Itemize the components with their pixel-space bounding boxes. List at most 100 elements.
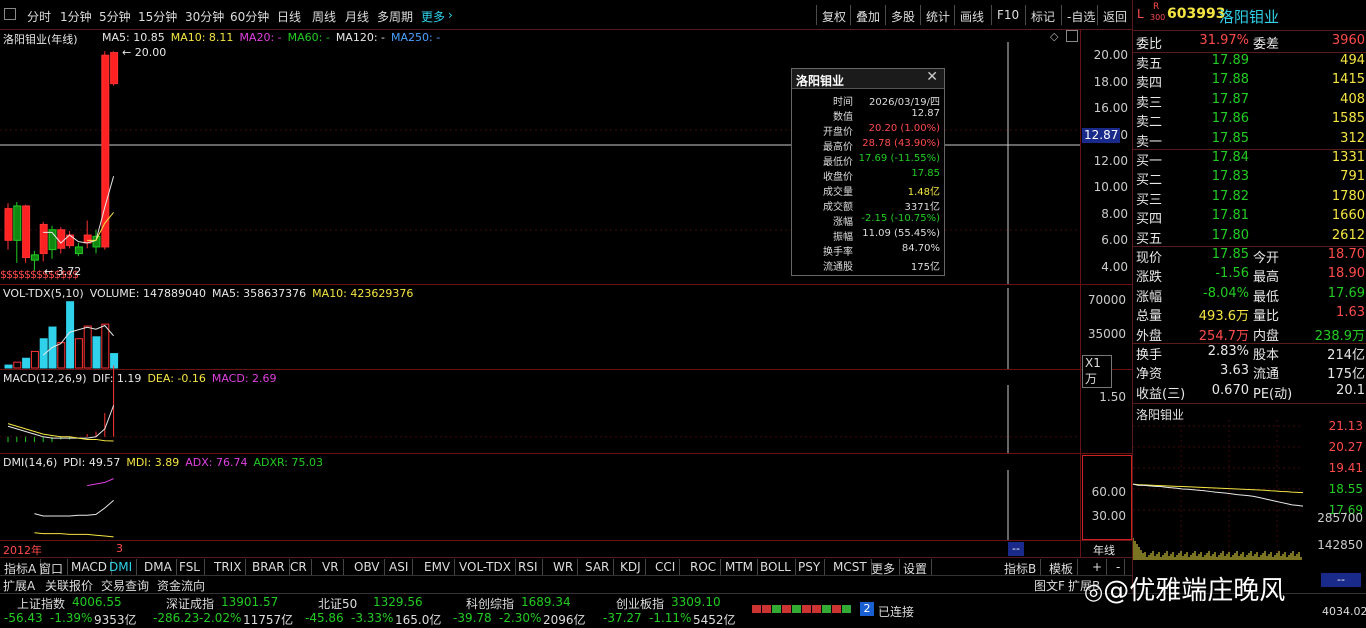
extension-tab[interactable]: 交易查询	[101, 577, 149, 594]
book-row[interactable]: 卖四 17.88 1415	[1133, 72, 1366, 91]
indicator-tab[interactable]: WR	[549, 559, 579, 575]
popup-row: 成交额 3371亿	[792, 198, 944, 213]
candle-body	[101, 54, 110, 248]
indicator-tab[interactable]: MCST	[829, 559, 872, 575]
indicator-tab[interactable]: BRAR	[248, 559, 290, 575]
indicator-b-tab[interactable]: 指标B	[1000, 559, 1042, 576]
book-label: 买三	[1136, 192, 1163, 208]
indicator-tab[interactable]: EMV	[420, 559, 456, 575]
popup-key: 涨幅	[833, 217, 853, 228]
book-row[interactable]: 卖一 17.85 312	[1133, 131, 1366, 150]
index-name[interactable]: 北证50	[318, 595, 357, 612]
tool-button[interactable]: 叠加	[850, 5, 885, 25]
popup-row: 数值 12.87	[792, 108, 944, 123]
book-price: 17.87	[1211, 91, 1249, 107]
book-label: 买五	[1136, 231, 1163, 247]
book-row[interactable]: 卖五 17.89 494	[1133, 53, 1366, 72]
popup-key: 最高价	[823, 142, 853, 153]
indicator-tab[interactable]: 窗口	[35, 559, 69, 576]
close-icon[interactable]: ✕	[926, 69, 938, 85]
book-row[interactable]: 卖二 17.86 1585	[1133, 111, 1366, 130]
period-tab[interactable]: 周线	[312, 8, 336, 25]
period-tab[interactable]: 月线	[345, 8, 369, 25]
indicator-tab[interactable]: RSI	[514, 559, 543, 575]
book-row[interactable]: 买二 17.83 791	[1133, 169, 1366, 188]
indicator-tab[interactable]: TRIX	[210, 559, 247, 575]
indicator-tab[interactable]: CR	[286, 559, 312, 575]
period-tab[interactable]: 更多	[421, 8, 445, 25]
period-tab[interactable]: 多周期	[377, 8, 413, 25]
period-tab[interactable]: 1分钟	[60, 8, 92, 25]
indicator-tab[interactable]: BOLL	[756, 559, 796, 575]
book-row[interactable]: 买三 17.82 1780	[1133, 189, 1366, 208]
indicator-tab[interactable]: VR	[318, 559, 344, 575]
book-row[interactable]: 买四 17.81 1660	[1133, 208, 1366, 227]
period-tab[interactable]: 60分钟	[230, 8, 269, 25]
index-name[interactable]: 上证指数	[17, 595, 65, 612]
popup-row: 收盘价 17.85	[792, 168, 944, 183]
tool-button[interactable]: 画线	[954, 5, 989, 25]
book-label: 卖五	[1136, 57, 1163, 72]
stat-row: 涨幅 -8.04% 最低 17.69	[1133, 286, 1366, 305]
index-name[interactable]: 创业板指	[616, 595, 664, 612]
stat-label: 最高	[1253, 270, 1280, 286]
indicator-b-tab[interactable]: 模板	[1045, 559, 1079, 576]
tool-button[interactable]: 复权	[816, 5, 851, 25]
candle-body	[57, 229, 66, 249]
window-icon[interactable]	[4, 8, 16, 20]
stat-label: 内盘	[1253, 328, 1280, 344]
indicator-tab[interactable]: OBV	[350, 559, 385, 575]
r-badge: R	[1153, 2, 1160, 12]
book-row[interactable]: 买一 17.84 1331	[1133, 150, 1366, 169]
index-amount: 11757亿	[243, 613, 294, 627]
period-label: 年线	[1093, 544, 1115, 557]
indicator-tab[interactable]: PSY	[794, 559, 826, 575]
indicator-tab[interactable]: MTM	[721, 559, 759, 575]
indicator-tab[interactable]: ROC	[686, 559, 722, 575]
volume-bar	[57, 342, 66, 369]
indicator-tab[interactable]: 更多	[867, 559, 901, 576]
period-tab[interactable]: 30分钟	[185, 8, 224, 25]
book-row[interactable]: 卖三 17.87 408	[1133, 92, 1366, 111]
indicator-tab[interactable]: ASI	[385, 559, 414, 575]
extension-tab[interactable]: 图文F	[1034, 577, 1065, 594]
stock-terminal: 分时 1分钟 5分钟 15分钟 30分钟 60分钟 日线 周线 月线 多周期 更多 › 复权 叠加 多股统…	[0, 0, 1366, 628]
tool-button[interactable]: 标记	[1025, 5, 1060, 25]
extension-tab[interactable]: 关联报价	[45, 577, 93, 594]
extension-tab[interactable]: 资金流向	[157, 577, 205, 594]
intraday-crosshair-label: --	[1321, 573, 1361, 587]
index-badge: 300	[1150, 13, 1166, 22]
tool-button[interactable]: F10	[991, 5, 1024, 25]
book-volume: 1331	[1331, 150, 1365, 165]
indicator-tab[interactable]: KDJ	[616, 559, 646, 575]
popup-row: 最高价 28.78 (43.90%)	[792, 138, 944, 153]
indicator-tab[interactable]: VOL-TDX	[455, 559, 516, 575]
book-row[interactable]: 买五 17.80 2612	[1133, 228, 1366, 247]
book-volume: 1660	[1331, 208, 1365, 224]
indicator-tab[interactable]: SAR	[581, 559, 615, 575]
period-tab[interactable]: 15分钟	[138, 8, 177, 25]
tool-button[interactable]: 多股	[885, 5, 920, 25]
volume-bar	[13, 361, 22, 369]
indicator-tab[interactable]: CCI	[651, 559, 681, 575]
high-mark-value: 20.00	[134, 46, 167, 59]
tool-button[interactable]: 返回	[1097, 5, 1132, 25]
period-tab[interactable]: 5分钟	[99, 8, 131, 25]
indicator-tab[interactable]: DMI	[105, 559, 138, 575]
popup-row: 换手率 84.70%	[792, 243, 944, 258]
indicator-tab[interactable]: FSL	[175, 559, 205, 575]
tool-button[interactable]: -自选	[1061, 5, 1100, 25]
tool-button[interactable]: 统计	[920, 5, 955, 25]
kline-chart[interactable]	[0, 30, 1132, 558]
volume-bar	[30, 350, 39, 369]
popup-key: 成交额	[823, 202, 853, 213]
led-cell	[802, 605, 811, 613]
index-name[interactable]: 深证成指	[166, 595, 214, 612]
period-tab[interactable]: 分时	[27, 8, 51, 25]
index-name[interactable]: 科创综指	[466, 595, 514, 612]
indicator-tab[interactable]: 设置	[899, 559, 933, 576]
chevron-right-icon[interactable]: ›	[448, 8, 453, 22]
indicator-tab[interactable]: DMA	[140, 559, 177, 575]
period-tab[interactable]: 日线	[277, 8, 301, 25]
extension-tab[interactable]: 扩展A	[3, 577, 35, 594]
